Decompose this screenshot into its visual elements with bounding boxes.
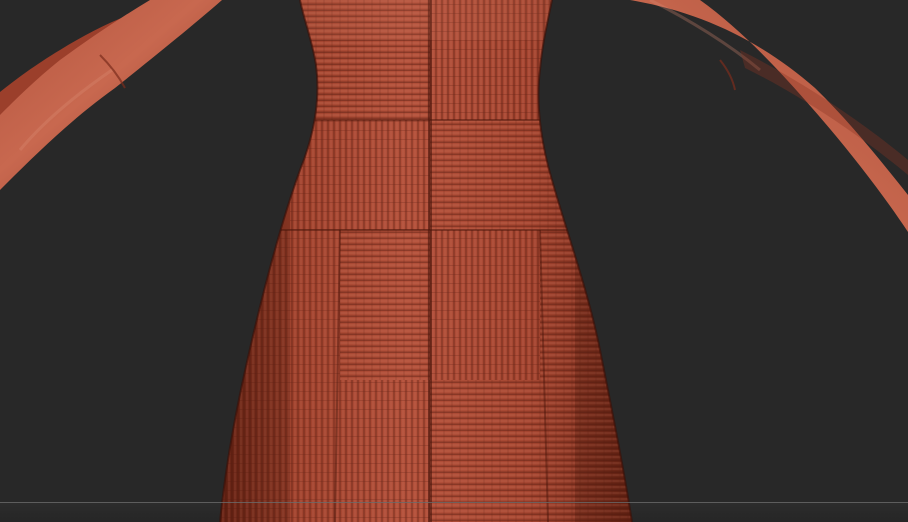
- sculpt-viewport[interactable]: [0, 0, 908, 522]
- dress: [219, 0, 633, 522]
- sculpt-model[interactable]: [0, 0, 908, 522]
- left-arm: [0, 0, 222, 190]
- floor-grid-line: [0, 502, 908, 503]
- right-arm: [630, 0, 908, 232]
